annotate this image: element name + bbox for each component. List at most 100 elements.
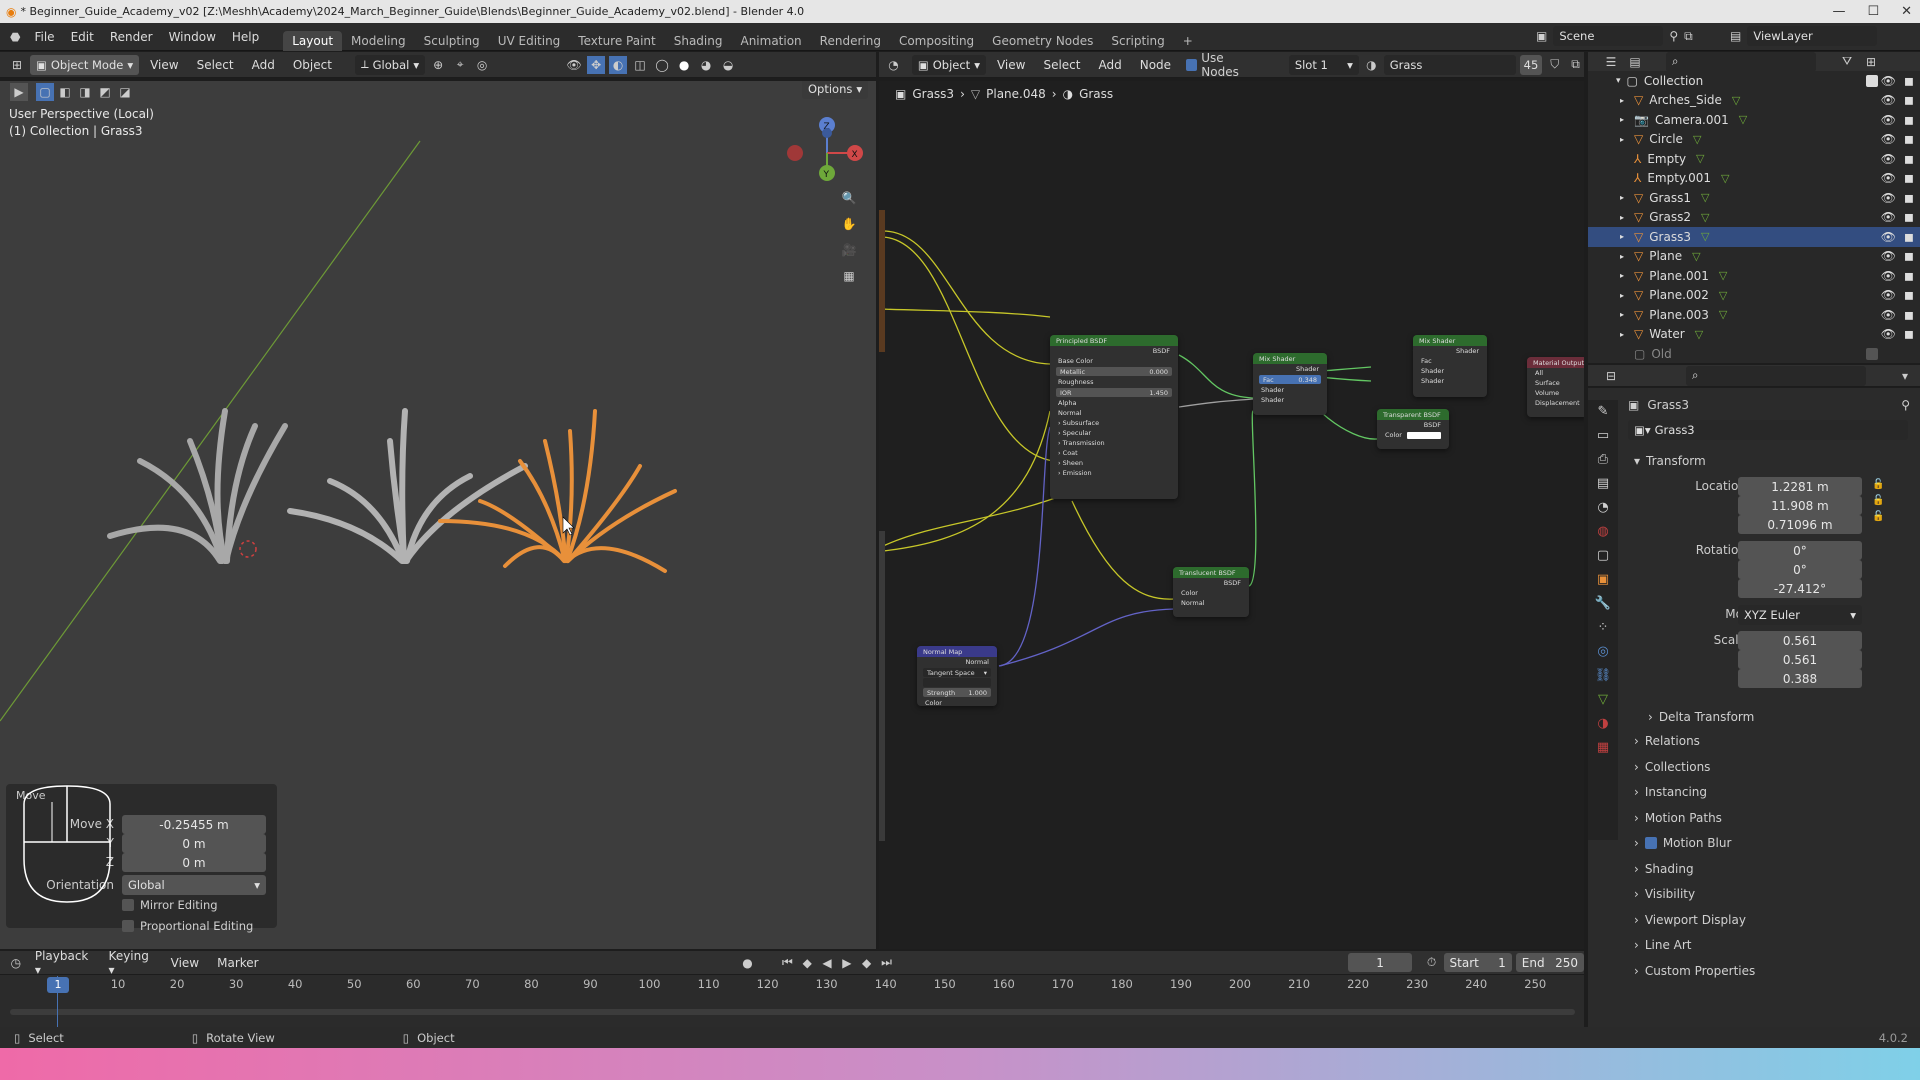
- eye-icon[interactable]: 👁: [1881, 288, 1896, 302]
- node-normal-map[interactable]: Normal Map Normal Tangent Space ▾ Strengt…: [917, 646, 997, 707]
- principled-coat[interactable]: › Coat: [1050, 448, 1178, 458]
- modifier-tab-icon[interactable]: 🔧: [1595, 596, 1611, 611]
- lock-icon[interactable]: 🔓: [1872, 495, 1884, 506]
- mode-dropdown[interactable]: ▣ Object Mode ▾: [30, 54, 140, 75]
- tab-rendering[interactable]: Rendering: [811, 31, 890, 51]
- material-users-count[interactable]: 45: [1519, 54, 1543, 75]
- node-menu-select[interactable]: Select: [1036, 58, 1087, 72]
- outliner-item[interactable]: ▸ ▽ Plane.002 ▽ 👁 ◼: [1588, 286, 1920, 306]
- viewlayer-selector[interactable]: ▤ ViewLayer: [1730, 26, 1878, 46]
- physics-tab-icon[interactable]: ◎: [1597, 644, 1608, 659]
- outliner-item[interactable]: ▸ ▽ Plane ▽ 👁 ◼: [1588, 247, 1920, 267]
- add-workspace-icon[interactable]: +: [1174, 31, 1202, 51]
- delta-transform-panel[interactable]: › Delta Transform: [1648, 710, 1754, 724]
- mix1-fac-field[interactable]: Fac 0.348: [1259, 375, 1321, 384]
- transform-panel-header[interactable]: ▾ Transform: [1634, 454, 1706, 468]
- mix2-header[interactable]: Mix Shader: [1413, 335, 1487, 346]
- expand-icon[interactable]: ▸: [1620, 96, 1632, 105]
- tab-scripting[interactable]: Scripting: [1102, 31, 1173, 51]
- timeline-menu-playback[interactable]: Playback ▾: [28, 949, 98, 977]
- move-z-field[interactable]: 0 m: [122, 853, 266, 872]
- overlay-toggle-icon[interactable]: ◐: [609, 55, 628, 74]
- filter-icon[interactable]: ⛛: [1838, 53, 1856, 71]
- pivot-icon[interactable]: ⊕: [429, 56, 447, 74]
- property-section-header[interactable]: › Collections: [1634, 760, 1904, 774]
- timeline-editor-icon[interactable]: ◷: [8, 954, 24, 972]
- shader-node-editor[interactable]: ▣ Grass3 › ▽ Plane.048 › ◑ Grass Principled…: [879, 81, 1584, 949]
- texture-tab-icon[interactable]: ▦: [1597, 740, 1609, 755]
- timeline-ruler[interactable]: 10 20 30 40 50 60 70 80 90 100 110 120 130 140 150 160 1…: [0, 975, 1584, 993]
- property-section-header[interactable]: › Viewport Display: [1634, 913, 1904, 927]
- gizmo-toggle-icon[interactable]: ✥: [587, 55, 606, 74]
- node-menu-view[interactable]: View: [990, 58, 1032, 72]
- navigation-gizmo[interactable]: Z X Y: [785, 111, 875, 201]
- clock-icon[interactable]: ⏱: [1424, 954, 1440, 972]
- camera-icon[interactable]: ◼: [1904, 152, 1914, 166]
- property-section-header[interactable]: › Visibility: [1634, 887, 1904, 901]
- timeline-menu-keying[interactable]: Keying ▾: [102, 949, 160, 977]
- scale-z-field[interactable]: 0.388: [1738, 669, 1862, 688]
- collapse-icon[interactable]: ▾: [1616, 76, 1621, 86]
- mesh-data-icon[interactable]: ▽: [1721, 172, 1729, 185]
- properties-search[interactable]: ⌕: [1686, 365, 1866, 386]
- outliner-item[interactable]: ▸ ▽ Circle ▽ 👁 ◼: [1588, 130, 1920, 150]
- mesh-data-icon[interactable]: ▽: [1692, 250, 1700, 263]
- eye-icon[interactable]: 👁: [1881, 74, 1896, 88]
- eye-icon[interactable]: 👁: [1881, 327, 1896, 341]
- camera-icon[interactable]: ◼: [1904, 93, 1914, 107]
- mesh-data-icon[interactable]: ▽: [1719, 269, 1727, 282]
- orientation-select[interactable]: Global ▾: [122, 875, 266, 895]
- wireframe-shading-icon[interactable]: ◯: [653, 56, 671, 74]
- eye-icon[interactable]: 👁: [1881, 249, 1896, 263]
- lock-icon[interactable]: 🔓: [1872, 511, 1884, 522]
- proportional-checkbox[interactable]: [122, 920, 134, 932]
- pan-hand-icon[interactable]: ✋: [840, 215, 858, 233]
- rotation-mode-select[interactable]: XYZ Euler ▾: [1738, 605, 1862, 625]
- normalmap-header[interactable]: Normal Map: [917, 646, 997, 657]
- tab-uv-editing[interactable]: UV Editing: [489, 31, 570, 51]
- minimize-icon[interactable]: —: [1832, 4, 1845, 19]
- camera-icon[interactable]: ◼: [1904, 74, 1914, 88]
- camera-icon[interactable]: ◼: [1904, 210, 1914, 224]
- rotation-x-field[interactable]: 0°: [1738, 541, 1862, 560]
- editor-type-icon[interactable]: ⊞: [8, 56, 26, 74]
- outliner-item[interactable]: ▸ ▽ Water ▽ 👁 ◼: [1588, 325, 1920, 345]
- normalmap-strength-field[interactable]: Strength 1.000: [923, 688, 991, 697]
- timeline-menu-marker[interactable]: Marker: [210, 956, 265, 970]
- outliner-search[interactable]: ⌕: [1666, 51, 1816, 72]
- scene-tab-icon[interactable]: ◔: [1597, 500, 1608, 515]
- expand-icon[interactable]: ▸: [1620, 232, 1632, 241]
- jump-start-icon[interactable]: ⏮: [779, 954, 795, 972]
- slot-dropdown[interactable]: Slot 1 ▾: [1288, 54, 1359, 75]
- timeline-scrollbar[interactable]: [10, 1009, 1575, 1015]
- data-tab-icon[interactable]: ▽: [1598, 692, 1608, 707]
- mesh-data-icon[interactable]: ▽: [1695, 328, 1703, 341]
- eye-icon[interactable]: 👁: [1881, 93, 1896, 107]
- node-editor-type-icon[interactable]: ◔: [885, 56, 902, 74]
- outliner-item[interactable]: ▸ ▽ Arches_Side ▽ 👁 ◼: [1588, 91, 1920, 111]
- jump-end-icon[interactable]: ⏭: [879, 954, 895, 972]
- playhead-frame[interactable]: 1: [47, 977, 69, 993]
- use-nodes-checkbox[interactable]: [1186, 58, 1198, 71]
- eye-icon[interactable]: 👁: [1881, 269, 1896, 283]
- snap-icon[interactable]: ⌖: [451, 56, 469, 74]
- viewport-menu-select[interactable]: Select: [190, 58, 241, 72]
- node-menu-node[interactable]: Node: [1133, 58, 1178, 72]
- shader-type-dropdown[interactable]: ▣ Object ▾: [911, 54, 986, 75]
- node-transparent-bsdf[interactable]: Transparent BSDF BSDF Color: [1377, 409, 1449, 449]
- rotation-z-field[interactable]: -27.412°: [1738, 579, 1862, 598]
- node-mix-shader-1[interactable]: Mix Shader Shader Fac 0.348 Shader Shader: [1253, 353, 1327, 415]
- principled-subsurface[interactable]: › Subsurface: [1050, 418, 1178, 428]
- outliner-item[interactable]: ▸ ▽ Grass1 ▽ 👁 ◼: [1588, 188, 1920, 208]
- principled-emission[interactable]: › Emission: [1050, 468, 1178, 478]
- scale-x-field[interactable]: 0.561: [1738, 631, 1862, 650]
- outliner-item[interactable]: ▸ ▽ Grass2 ▽ 👁 ◼: [1588, 208, 1920, 228]
- lock-icon[interactable]: 🔓: [1872, 479, 1884, 490]
- object-tab-icon[interactable]: ▣: [1597, 572, 1609, 587]
- outliner-collection[interactable]: ▾ ▢ Collection 👁 ◼: [1588, 71, 1920, 91]
- property-section-header[interactable]: › Custom Properties: [1634, 964, 1904, 978]
- next-keyframe-icon[interactable]: ◆: [859, 954, 875, 972]
- outliner-item[interactable]: ▸ ▽ Plane.003 ▽ 👁 ◼: [1588, 305, 1920, 325]
- expand-icon[interactable]: ▸: [1620, 135, 1632, 144]
- 3d-viewport[interactable]: ▶ ▢ ◧ ◨ ◩ ◪ Options ▾ User Perspective (L…: [0, 81, 876, 949]
